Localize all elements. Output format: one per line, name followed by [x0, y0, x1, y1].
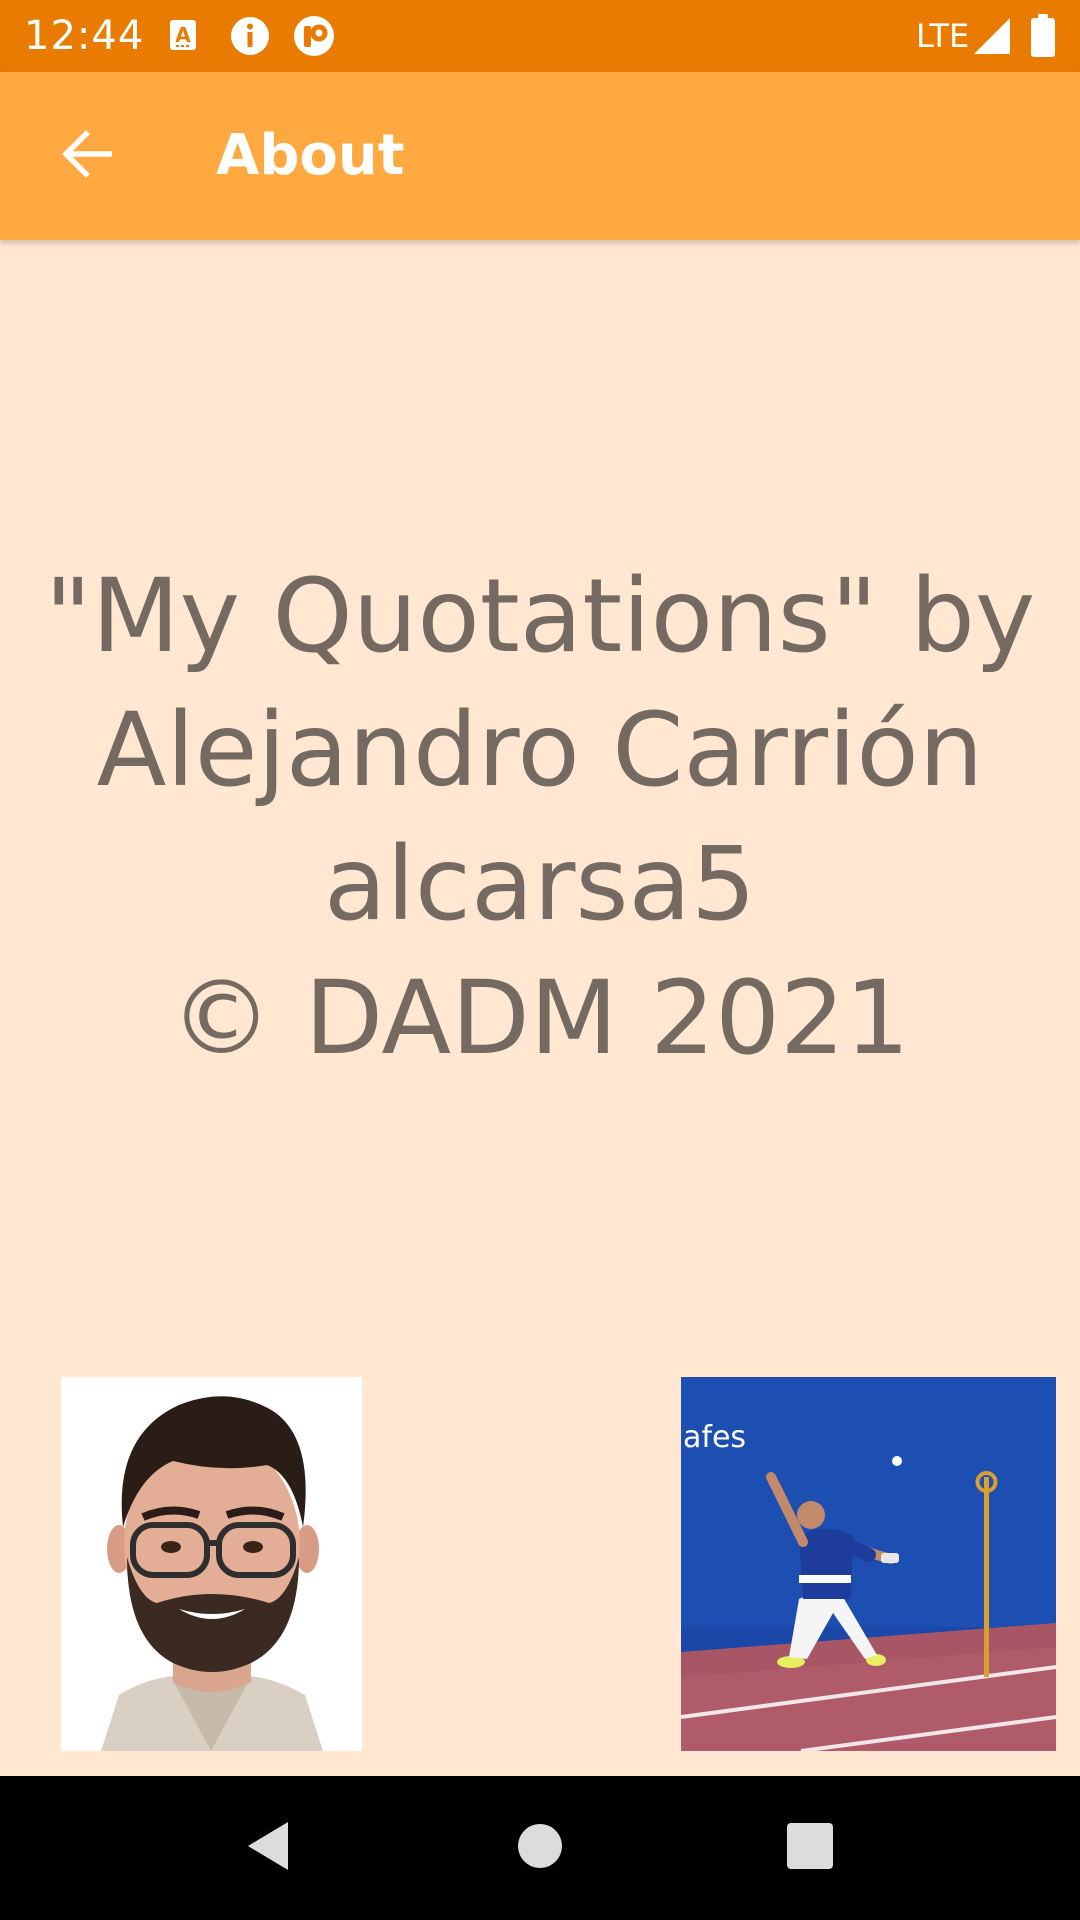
app-name-line: "My Quotations" by [44, 557, 1036, 676]
username-line: alcarsa5 [324, 825, 756, 944]
signal-icon [972, 16, 1012, 60]
app-bar: About [0, 72, 1080, 240]
about-text: "My Quotations" by Alejandro Carrión alc… [0, 550, 1080, 1086]
back-button[interactable] [40, 108, 136, 204]
status-time: 12:44 [24, 13, 145, 59]
copyright-line: © DADM 2021 [170, 959, 910, 1078]
text-a-icon: A [168, 14, 198, 58]
status-bar: 12:44 A LTE [0, 0, 1080, 72]
app-notification-icon [292, 14, 336, 62]
home-circle-icon [516, 1822, 564, 1874]
page-title: About [216, 123, 405, 188]
recents-square-icon [786, 1822, 834, 1874]
back-triangle-icon [244, 1820, 292, 1876]
author-portrait-image [61, 1377, 362, 1751]
battery-icon [1030, 14, 1056, 62]
system-navigation-bar [0, 1776, 1080, 1920]
arrow-left-icon [62, 130, 114, 182]
pelota-court-image: afes [681, 1377, 1056, 1751]
nav-home-button[interactable] [490, 1798, 590, 1898]
network-type: LTE [916, 17, 970, 55]
svg-text:A: A [175, 23, 191, 47]
author-name-line: Alejandro Carrión [96, 691, 984, 810]
svg-text:afes: afes [683, 1420, 746, 1455]
nav-recents-button[interactable] [760, 1798, 860, 1898]
nav-back-button[interactable] [218, 1798, 318, 1898]
info-icon [228, 14, 272, 62]
